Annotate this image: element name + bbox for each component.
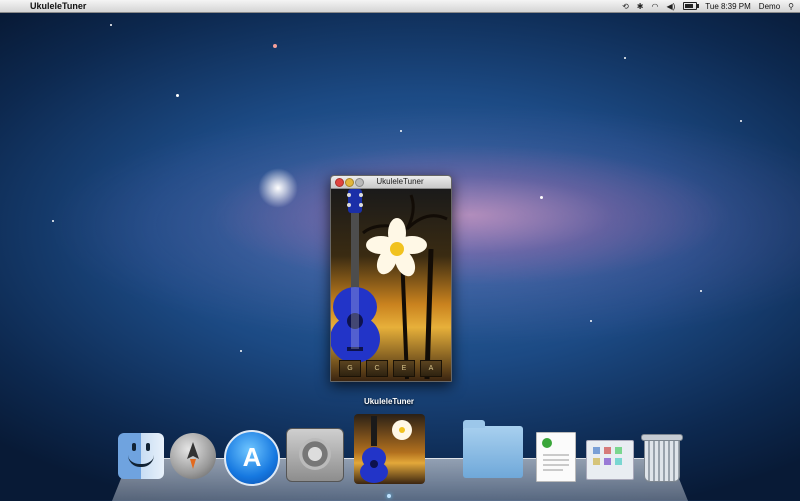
tuner-artwork: G C E A (331, 189, 451, 381)
ukulele-illustration (331, 189, 448, 380)
time-machine-icon[interactable]: ⟲ (622, 2, 629, 11)
ukulele-tuner-dock-icon[interactable] (354, 414, 425, 484)
ukulele-body (331, 189, 380, 363)
launchpad-icon[interactable] (170, 433, 216, 479)
window-title: UkuleleTuner (376, 177, 424, 186)
ukulele-tuner-window: UkuleleTuner G C E A (330, 175, 452, 382)
spotlight-icon[interactable]: ⚲ (788, 2, 794, 11)
menu-extras: ⟲ ✱ ◠ ◀) Tue 8:39 PM Demo ⚲ (622, 0, 794, 12)
textedit-document-icon[interactable] (536, 432, 576, 482)
trash-icon[interactable] (641, 434, 683, 482)
clock[interactable]: Tue 8:39 PM (705, 2, 751, 11)
minimize-button[interactable] (345, 178, 354, 187)
string-button-e[interactable]: E (393, 360, 415, 377)
battery-icon[interactable] (683, 2, 700, 10)
bluetooth-icon[interactable]: ✱ (637, 2, 644, 11)
menu-bar: UkuleleTuner ⟲ ✱ ◠ ◀) Tue 8:39 PM Demo ⚲ (0, 0, 800, 13)
close-button[interactable] (335, 178, 344, 187)
running-indicator (387, 494, 391, 498)
volume-icon[interactable]: ◀) (666, 2, 675, 11)
string-button-a[interactable]: A (420, 360, 442, 377)
app-store-icon[interactable]: A (224, 430, 280, 486)
applications-folder-icon[interactable] (586, 440, 634, 480)
string-button-g[interactable]: G (339, 360, 361, 377)
string-button-row: G C E A (339, 360, 442, 377)
dock-tooltip: UkuleleTuner (363, 397, 415, 406)
documents-folder-icon[interactable] (463, 420, 523, 478)
finder-icon[interactable] (118, 433, 164, 479)
zoom-button[interactable] (355, 178, 364, 187)
string-button-c[interactable]: C (366, 360, 388, 377)
user-menu[interactable]: Demo (759, 2, 780, 11)
system-preferences-icon[interactable] (286, 428, 344, 482)
window-titlebar[interactable]: UkuleleTuner (331, 176, 451, 189)
app-menu-name[interactable]: UkuleleTuner (30, 1, 86, 11)
wifi-icon[interactable]: ◠ (651, 2, 658, 11)
